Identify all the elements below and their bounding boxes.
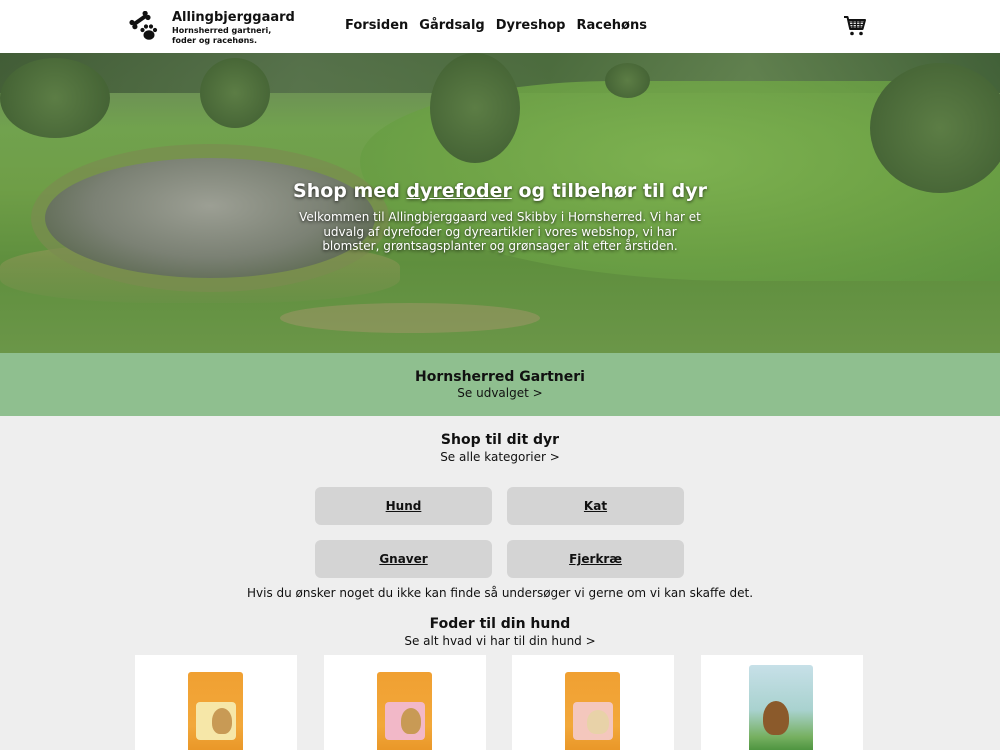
nav-dyreshop[interactable]: Dyreshop <box>496 18 566 33</box>
dog-food-link[interactable]: Se alt hvad vi har til din hund > <box>0 634 1000 648</box>
hero-tree <box>605 63 650 98</box>
hero-tree <box>200 58 270 128</box>
logo-subtitle: Hornsherred gartneri, foder og racehøns. <box>172 26 272 45</box>
gartneri-band: Hornsherred Gartneri Se udvalget > <box>0 353 1000 416</box>
category-rodent-button[interactable]: Gnaver <box>315 540 492 578</box>
dog-food-bag-image <box>188 672 243 750</box>
shop-title: Shop til dit dyr <box>440 432 560 448</box>
hero-tree <box>430 53 520 163</box>
nav-gardsalg[interactable]: Gårdsalg <box>419 18 484 33</box>
shopping-cart-icon[interactable] <box>843 14 867 38</box>
nav-racehons[interactable]: Racehøns <box>576 18 646 33</box>
hero-tree <box>870 63 1000 193</box>
hero-title: Shop med dyrefoder og tilbehør til dyr <box>0 180 1000 202</box>
site-header: Allingbjerggaard Hornsherred gartneri, f… <box>0 0 1000 53</box>
hero-dirt-patch <box>280 303 540 333</box>
dog-picture <box>196 702 236 740</box>
dog-figure <box>587 710 609 734</box>
category-poultry-button[interactable]: Fjerkræ <box>507 540 684 578</box>
category-cat-button[interactable]: Kat <box>507 487 684 525</box>
dog-picture <box>385 702 425 740</box>
product-card[interactable] <box>324 655 486 750</box>
category-dog-button[interactable]: Hund <box>315 487 492 525</box>
hero-title-link[interactable]: dyrefoder <box>406 180 511 202</box>
dog-figure <box>401 708 421 734</box>
dog-picture <box>573 702 613 740</box>
product-card[interactable] <box>512 655 674 750</box>
gartneri-title: Hornsherred Gartneri <box>415 369 585 385</box>
paw-bone-icon <box>129 11 158 40</box>
main-nav: Forsiden Gårdsalg Dyreshop Racehøns <box>345 18 658 33</box>
product-card[interactable] <box>701 655 863 750</box>
dog-food-title: Foder til din hund <box>429 616 571 632</box>
dog-figure <box>763 701 789 735</box>
hero-banner: Shop med dyrefoder og tilbehør til dyr V… <box>0 53 1000 353</box>
hero-title-start: Shop med <box>293 180 407 202</box>
site-logo[interactable]: Allingbjerggaard Hornsherred gartneri, f… <box>128 10 295 46</box>
logo-title: Allingbjerggaard <box>172 10 295 25</box>
nav-forsiden[interactable]: Forsiden <box>345 18 408 33</box>
dog-figure <box>212 708 232 734</box>
gartneri-link[interactable]: Se udvalget > <box>0 386 1000 400</box>
dog-food-bag-image <box>565 672 620 750</box>
dog-food-bag-image <box>749 665 813 750</box>
hero-title-end: og tilbehør til dyr <box>511 180 707 202</box>
product-card[interactable] <box>135 655 297 750</box>
hero-tree <box>0 58 110 138</box>
hero-intro-text: Velkommen til Allingbjerggaard ved Skibb… <box>299 210 701 253</box>
dog-food-bag-image <box>377 672 432 750</box>
sourcing-notice: Hvis du ønsker noget du ikke kan finde s… <box>246 586 754 600</box>
all-categories-link[interactable]: Se alle kategorier > <box>0 450 1000 464</box>
